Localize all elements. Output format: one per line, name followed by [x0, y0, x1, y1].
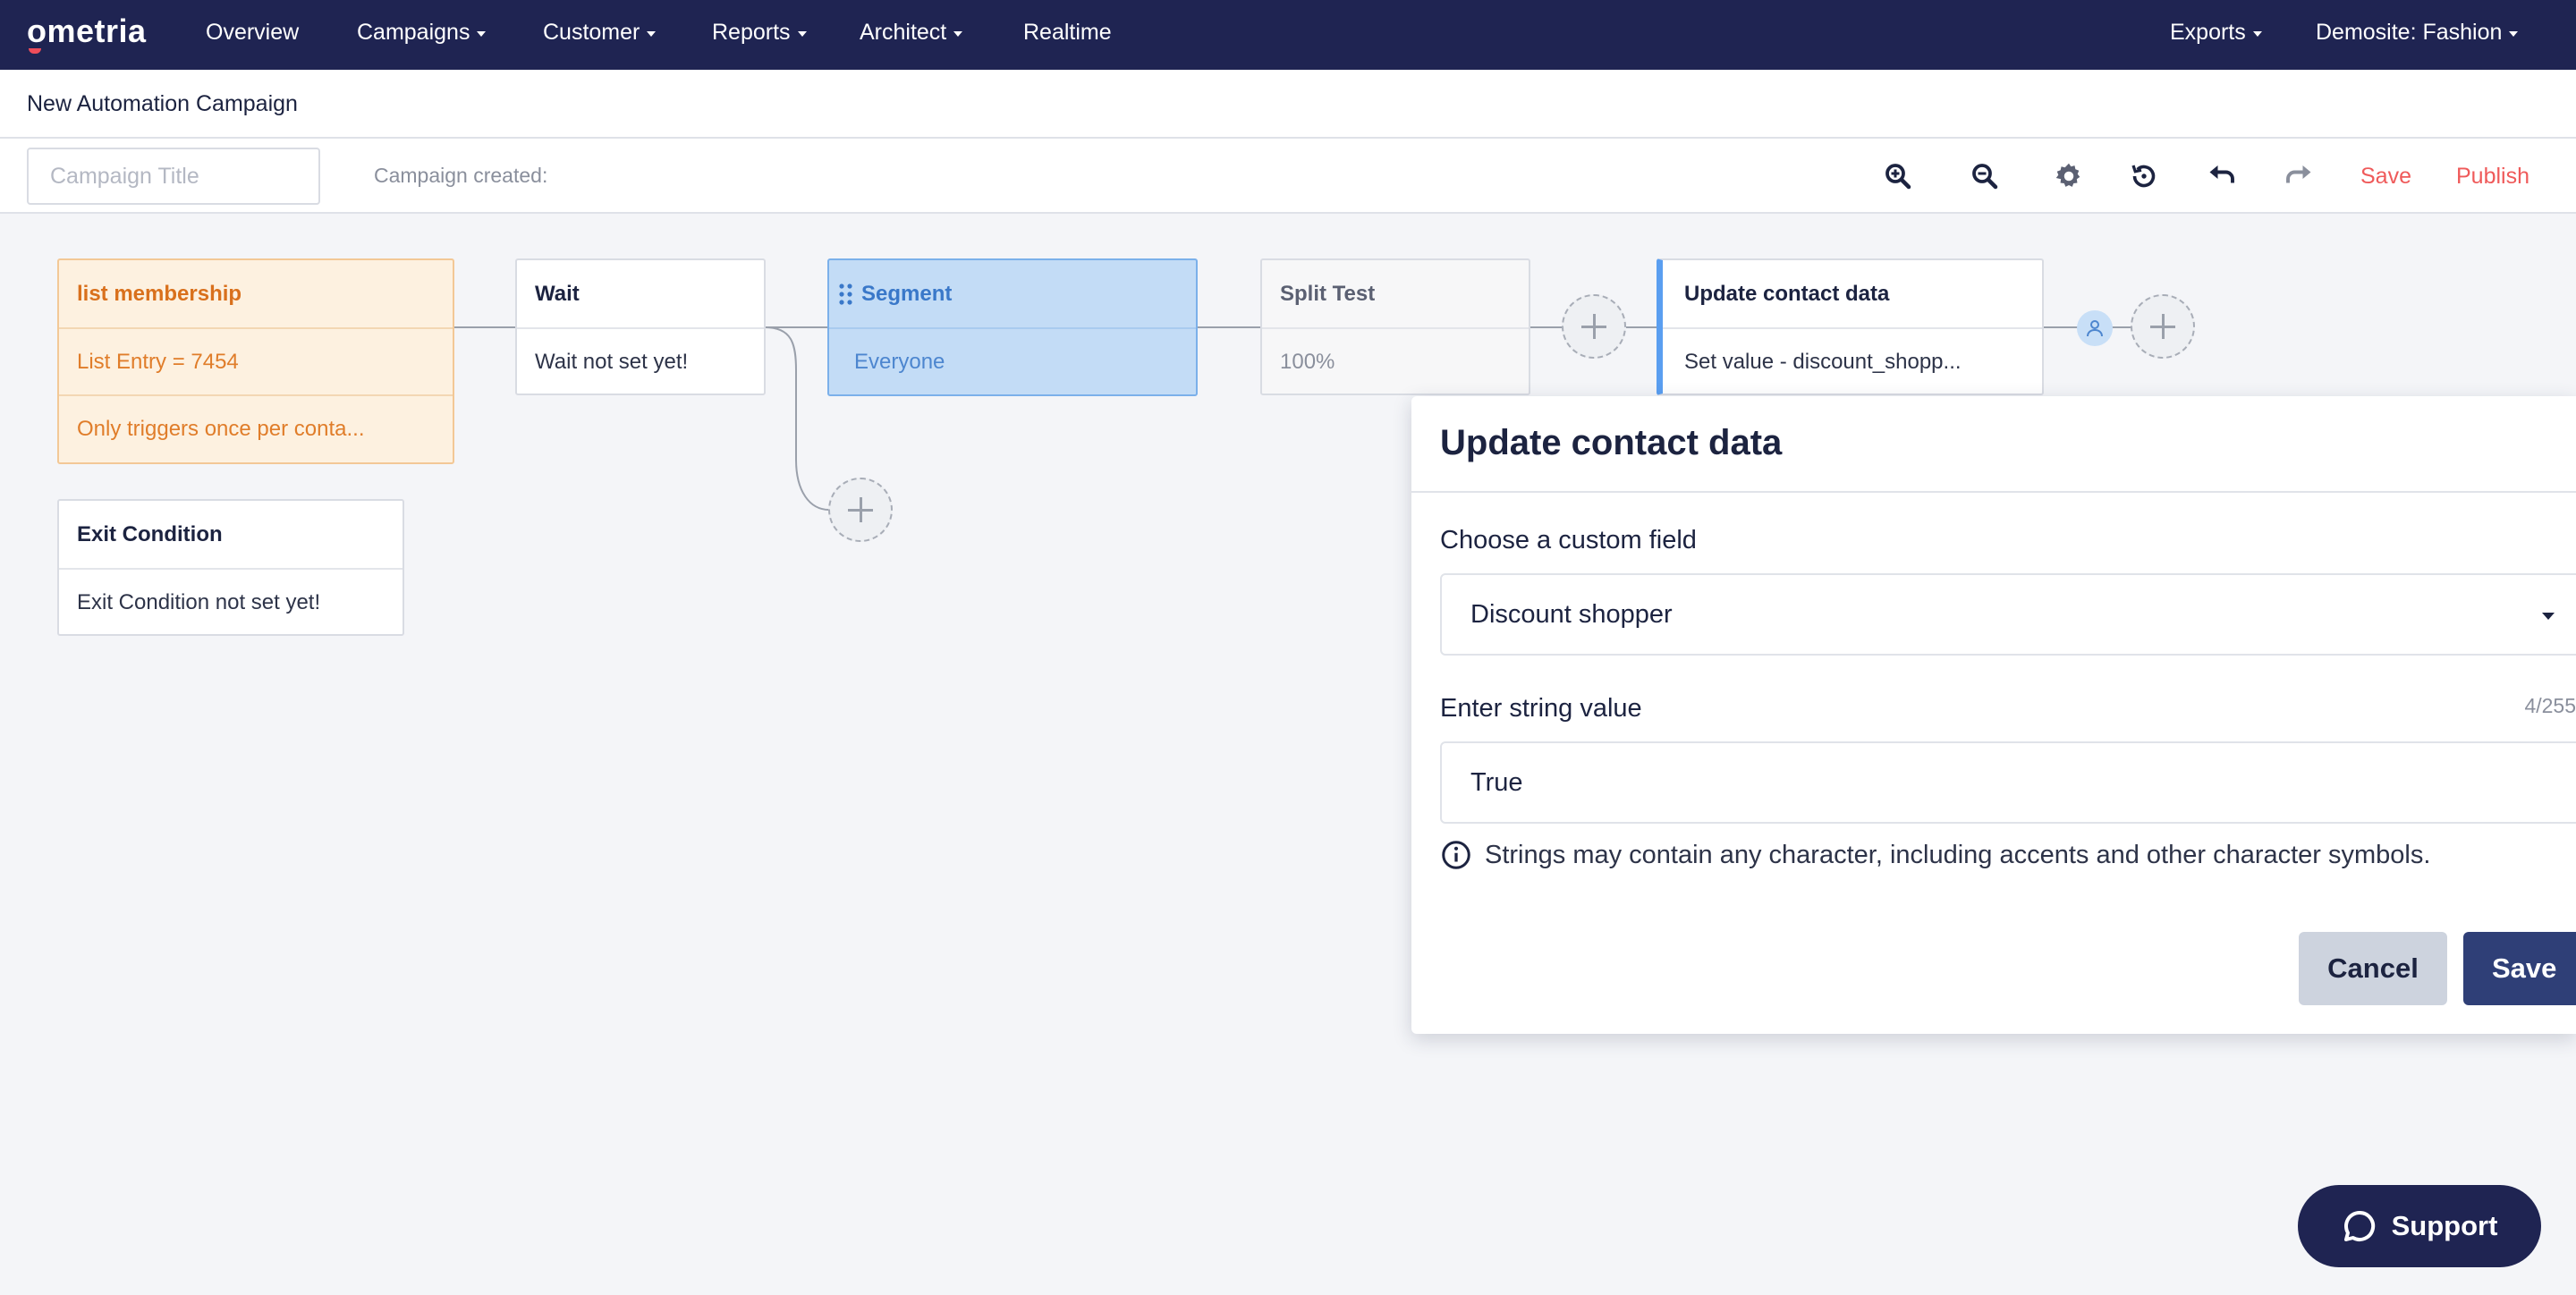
add-branch-step-button[interactable]: [828, 478, 893, 542]
nav-customer[interactable]: Customer: [543, 20, 657, 46]
support-button[interactable]: Support: [2298, 1185, 2541, 1267]
title-bar: New Automation Campaign: [0, 70, 2576, 139]
campaign-toolbar: Campaign created: Save Publish: [0, 139, 2576, 214]
trigger-list-entry: List Entry = 7454: [59, 327, 453, 394]
campaign-created-label: Campaign created:: [374, 164, 548, 187]
caret-down-icon: [2252, 30, 2262, 37]
support-label: Support: [2391, 1210, 2498, 1241]
nav-reports[interactable]: Reports: [712, 20, 807, 46]
string-hint-text: Strings may contain any character, inclu…: [1485, 840, 2431, 869]
nav-overview[interactable]: Overview: [206, 20, 299, 46]
custom-field-value: Discount shopper: [1470, 599, 1673, 629]
gear-icon[interactable]: [2051, 158, 2087, 194]
segment-node[interactable]: Segment Everyone: [827, 258, 1198, 396]
trigger-node[interactable]: list membership List Entry = 7454 Only t…: [57, 258, 454, 464]
nav-exports[interactable]: Exports: [2170, 20, 2262, 46]
connector-line: [453, 326, 516, 328]
caret-down-icon: [2542, 613, 2555, 620]
add-step-button[interactable]: [1562, 294, 1626, 359]
nav-reports-label: Reports: [712, 20, 791, 45]
string-value-label: Enter string value: [1440, 694, 1642, 723]
history-icon[interactable]: [2126, 158, 2162, 194]
nav-campaigns[interactable]: Campaigns: [357, 20, 487, 46]
update-contact-panel: Update contact data Choose a custom fiel…: [1411, 396, 2576, 1034]
update-contact-data-node[interactable]: Update contact data Set value - discount…: [1657, 258, 2044, 395]
campaign-title-input[interactable]: [27, 148, 320, 205]
nav-architect-label: Architect: [860, 20, 947, 45]
connector-line: [1530, 326, 1562, 328]
top-nav: ometria Overview Campaigns Customer Repo…: [0, 0, 2576, 70]
exit-condition-title: Exit Condition: [77, 521, 223, 546]
split-test-node[interactable]: Split Test 100%: [1260, 258, 1530, 395]
nav-account[interactable]: Demosite: Fashion: [2316, 20, 2519, 46]
update-contact-body: Set value - discount_shopp...: [1663, 327, 2042, 394]
exit-condition-body: Exit Condition not set yet!: [59, 568, 402, 635]
split-test-body: 100%: [1262, 327, 1529, 394]
character-counter: 4/255: [2524, 694, 2576, 717]
wait-node[interactable]: Wait Wait not set yet!: [515, 258, 766, 395]
drag-handle-icon[interactable]: [838, 283, 854, 306]
nav-customer-label: Customer: [543, 20, 640, 45]
caret-down-icon: [797, 30, 807, 37]
caret-down-icon: [2509, 30, 2519, 37]
connector-line: [2111, 326, 2132, 328]
connector-line: [1626, 326, 1657, 328]
segment-header: Segment: [829, 260, 1196, 327]
caret-down-icon: [477, 30, 487, 37]
nav-exports-label: Exports: [2170, 20, 2246, 45]
string-hint: Strings may contain any character, inclu…: [1440, 839, 2430, 871]
logo-text: metria: [47, 13, 147, 49]
connector-line: [1197, 326, 1261, 328]
segment-body: Everyone: [829, 327, 1196, 394]
page-title: New Automation Campaign: [27, 91, 298, 116]
split-test-title: Split Test: [1280, 281, 1376, 306]
custom-field-select[interactable]: Discount shopper: [1440, 573, 2576, 656]
panel-save-button[interactable]: Save: [2463, 932, 2576, 1005]
string-value-text: True: [1470, 767, 1523, 797]
exit-condition-node[interactable]: Exit Condition Exit Condition not set ye…: [57, 499, 404, 636]
connector-line: [2043, 326, 2079, 328]
update-contact-title: Update contact data: [1684, 281, 1890, 306]
nav-campaigns-label: Campaigns: [357, 20, 470, 45]
wait-body: Wait not set yet!: [517, 327, 764, 394]
string-value-input[interactable]: True: [1440, 741, 2576, 824]
add-step-button-end[interactable]: [2131, 294, 2195, 359]
caret-down-icon: [953, 30, 963, 37]
trigger-title: list membership: [77, 281, 242, 306]
panel-title: Update contact data: [1440, 423, 1783, 462]
nav-account-label: Demosite: Fashion: [2316, 20, 2503, 45]
undo-icon[interactable]: [2204, 158, 2240, 194]
panel-divider: [1411, 491, 2576, 493]
toolbar-save-button[interactable]: Save: [2360, 164, 2411, 190]
custom-field-label: Choose a custom field: [1440, 526, 1697, 554]
nav-overview-label: Overview: [206, 20, 300, 45]
caret-down-icon: [647, 30, 657, 37]
trigger-frequency: Only triggers once per conta...: [59, 394, 453, 461]
zoom-in-icon[interactable]: [1880, 158, 1916, 194]
redo-icon[interactable]: [2281, 158, 2317, 194]
cancel-button[interactable]: Cancel: [2299, 932, 2447, 1005]
segment-title: Segment: [861, 281, 953, 306]
wait-title: Wait: [535, 281, 580, 306]
branch-connector: [765, 326, 830, 511]
info-icon: [1442, 841, 1470, 869]
chat-bubble-icon: [2343, 1210, 2375, 1241]
publish-button[interactable]: Publish: [2456, 164, 2529, 190]
user-icon[interactable]: [2077, 310, 2113, 346]
zoom-out-icon[interactable]: [1967, 158, 2003, 194]
nav-architect[interactable]: Architect: [860, 20, 963, 46]
nav-realtime[interactable]: Realtime: [1023, 20, 1112, 46]
ometria-logo[interactable]: ometria: [27, 13, 147, 54]
nav-realtime-label: Realtime: [1023, 20, 1112, 45]
